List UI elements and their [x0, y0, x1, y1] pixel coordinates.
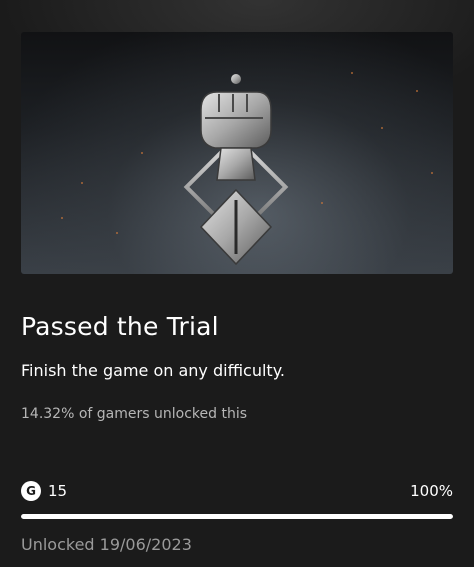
ember-particle [141, 152, 143, 154]
unlocked-date: Unlocked 19/06/2023 [21, 535, 192, 554]
ember-particle [381, 127, 383, 129]
ember-particle [351, 72, 353, 74]
gamerscore-value: 15 [48, 482, 68, 500]
achievement-description: Finish the game on any difficulty. [21, 361, 285, 380]
gamerscore-icon: G [21, 481, 41, 501]
ember-particle [116, 232, 118, 234]
ember-particle [61, 217, 63, 219]
progress-bar-fill [21, 514, 453, 519]
ember-particle [321, 202, 323, 204]
ember-particle [431, 172, 433, 174]
gamerscore: G 15 [21, 481, 67, 501]
achievement-rarity: 14.32% of gamers unlocked this [21, 406, 247, 422]
ember-particle [81, 182, 83, 184]
raised-fist-emblem-icon [183, 74, 289, 266]
progress-bar [21, 514, 453, 519]
achievement-title: Passed the Trial [21, 312, 219, 341]
ember-particle [416, 90, 418, 92]
progress-percent: 100% [410, 482, 453, 500]
achievement-artwork [21, 32, 453, 274]
